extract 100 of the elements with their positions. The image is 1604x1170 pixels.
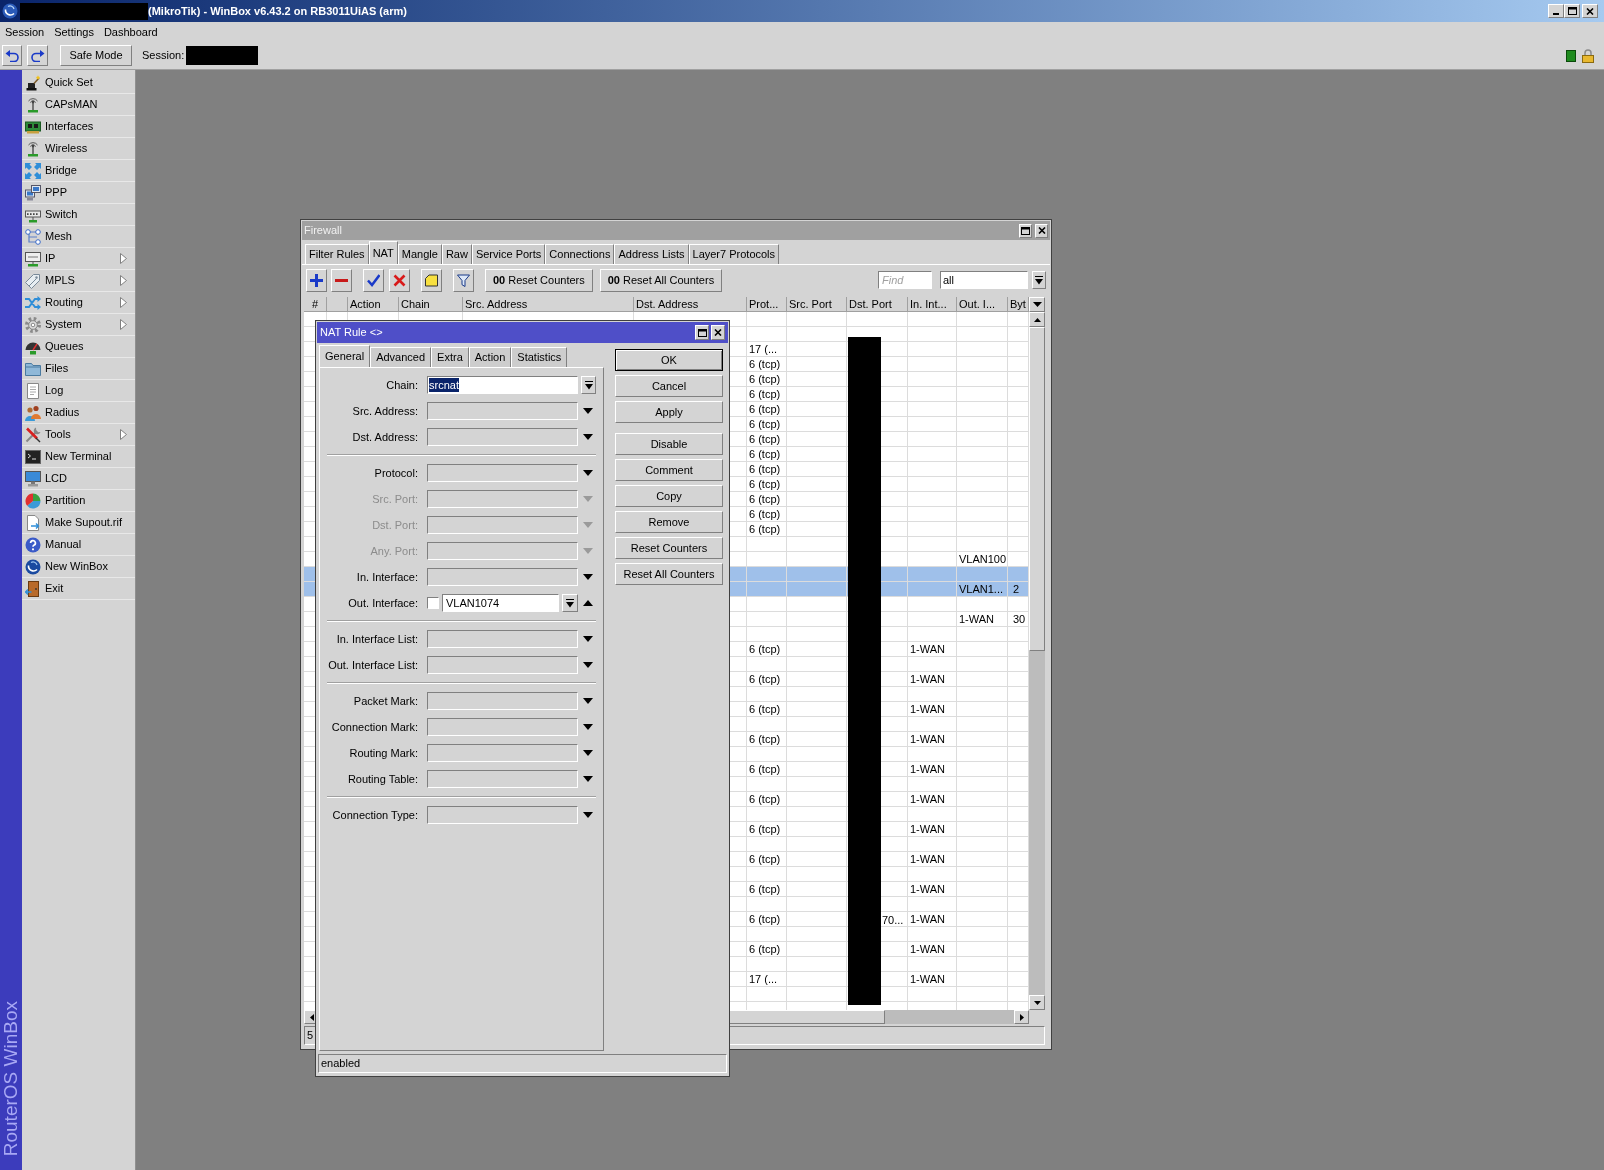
dialog-button[interactable]: OK <box>615 349 723 371</box>
sidebar-item[interactable]: Switch <box>22 204 135 226</box>
dialog-button[interactable]: Cancel <box>615 375 723 397</box>
input-field[interactable] <box>427 402 578 420</box>
dropdown-button[interactable] <box>1032 271 1046 289</box>
input-field[interactable]: VLAN1074 <box>442 594 559 612</box>
sidebar-item[interactable]: System <box>22 314 135 336</box>
dialog-button[interactable]: Remove <box>615 511 723 533</box>
sidebar-item[interactable]: Routing <box>22 292 135 314</box>
sidebar-item[interactable]: Make Supout.rif <box>22 512 135 534</box>
input-field[interactable] <box>427 692 578 710</box>
sidebar-item[interactable]: Bridge <box>22 160 135 182</box>
caret-down-icon[interactable] <box>583 724 593 730</box>
maximize-button[interactable] <box>1564 4 1580 18</box>
scroll-up-button[interactable] <box>1029 312 1045 327</box>
tab[interactable]: Service Ports <box>471 244 546 264</box>
close-button[interactable] <box>1035 223 1048 238</box>
add-button[interactable] <box>306 268 327 292</box>
input-field[interactable] <box>427 770 578 788</box>
tab[interactable]: Address Lists <box>614 244 689 264</box>
sidebar-item[interactable]: Partition <box>22 490 135 512</box>
comment-button[interactable] <box>421 268 442 292</box>
filter-button[interactable] <box>453 268 474 292</box>
caret-down-icon[interactable] <box>583 574 593 580</box>
tab[interactable]: Statistics <box>511 347 568 367</box>
sidebar-item[interactable]: Interfaces <box>22 116 135 138</box>
sidebar-item[interactable]: PPP <box>22 182 135 204</box>
input-field[interactable] <box>427 656 578 674</box>
column-menu-button[interactable] <box>1029 297 1045 312</box>
sidebar-item[interactable]: IP <box>22 248 135 270</box>
reset-counters-button[interactable]: 00 Reset Counters <box>485 268 593 292</box>
minimize-button[interactable] <box>1548 4 1564 18</box>
input-field[interactable] <box>427 630 578 648</box>
sidebar-item[interactable]: Mesh <box>22 226 135 248</box>
sidebar-item[interactable]: Wireless <box>22 138 135 160</box>
close-button[interactable] <box>1582 4 1598 18</box>
tab[interactable]: Layer7 Protocols <box>688 244 780 264</box>
remove-button[interactable] <box>331 268 352 292</box>
dropdown-button[interactable] <box>562 594 578 612</box>
scrollbar-thumb[interactable] <box>1029 327 1045 651</box>
sidebar-item[interactable]: Tools <box>22 424 135 446</box>
dialog-button[interactable]: Comment <box>615 459 723 481</box>
sidebar-item[interactable]: Quick Set <box>22 72 135 94</box>
input-field[interactable] <box>427 516 578 534</box>
input-field[interactable] <box>427 744 578 762</box>
dialog-button[interactable]: Reset All Counters <box>615 563 723 585</box>
tab[interactable]: Raw <box>441 244 472 264</box>
sidebar-item[interactable]: New WinBox <box>22 556 135 578</box>
caret-down-icon[interactable] <box>583 750 593 756</box>
caret-down-icon[interactable] <box>583 812 593 818</box>
scroll-down-button[interactable] <box>1029 995 1045 1010</box>
caret-up-icon[interactable] <box>583 600 593 606</box>
sidebar-item[interactable]: New Terminal <box>22 446 135 468</box>
caret-down-icon[interactable] <box>583 662 593 668</box>
dropdown-button[interactable] <box>581 376 596 394</box>
sidebar-item[interactable]: CAPsMAN <box>22 94 135 116</box>
scroll-right-button[interactable] <box>1014 1010 1029 1024</box>
sidebar-item[interactable]: Radius <box>22 402 135 424</box>
filter-field[interactable]: all <box>940 271 1028 289</box>
close-button[interactable] <box>711 325 725 340</box>
caret-down-icon[interactable] <box>583 698 593 704</box>
sidebar-item[interactable]: Queues <box>22 336 135 358</box>
undo-button[interactable] <box>2 45 22 66</box>
sidebar-item[interactable]: LCD <box>22 468 135 490</box>
tab[interactable]: Mangle <box>397 244 442 264</box>
negate-checkbox[interactable] <box>427 597 439 609</box>
sidebar-item[interactable]: Exit <box>22 578 135 600</box>
tab[interactable]: Advanced <box>370 347 432 367</box>
tab[interactable]: Action <box>468 347 512 367</box>
caret-down-icon[interactable] <box>583 434 593 440</box>
sidebar-item[interactable]: Files <box>22 358 135 380</box>
menu-item[interactable]: Session <box>0 24 50 40</box>
caret-down-icon[interactable] <box>583 408 593 414</box>
disable-button[interactable] <box>389 268 410 292</box>
sidebar-item[interactable]: Log <box>22 380 135 402</box>
vertical-scrollbar[interactable] <box>1029 312 1045 1010</box>
enable-button[interactable] <box>363 268 384 292</box>
tab[interactable]: NAT <box>368 241 398 264</box>
dialog-button[interactable]: Reset Counters <box>615 537 723 559</box>
dialog-button[interactable]: Disable <box>615 433 723 455</box>
input-field[interactable] <box>427 568 578 586</box>
search-field[interactable]: Find <box>878 271 932 289</box>
input-field[interactable] <box>427 428 578 446</box>
menu-item[interactable]: Settings <box>49 24 99 40</box>
tab[interactable]: Filter Rules <box>305 244 369 264</box>
redo-button[interactable] <box>27 45 48 66</box>
dialog-button[interactable]: Apply <box>615 401 723 423</box>
maximize-button[interactable] <box>1019 223 1032 238</box>
input-field[interactable] <box>427 806 578 824</box>
input-field[interactable] <box>427 490 578 508</box>
menu-item[interactable]: Dashboard <box>98 24 163 40</box>
sidebar-item[interactable]: MPLS <box>22 270 135 292</box>
dialog-button[interactable]: Copy <box>615 485 723 507</box>
input-field[interactable] <box>427 464 578 482</box>
reset-all-counters-button[interactable]: 00 Reset All Counters <box>599 268 723 292</box>
combo-field[interactable]: srcnat <box>427 376 578 394</box>
input-field[interactable] <box>427 718 578 736</box>
sidebar-item[interactable]: Manual <box>22 534 135 556</box>
tab[interactable]: Extra <box>431 347 469 367</box>
tab[interactable]: Connections <box>545 244 615 264</box>
